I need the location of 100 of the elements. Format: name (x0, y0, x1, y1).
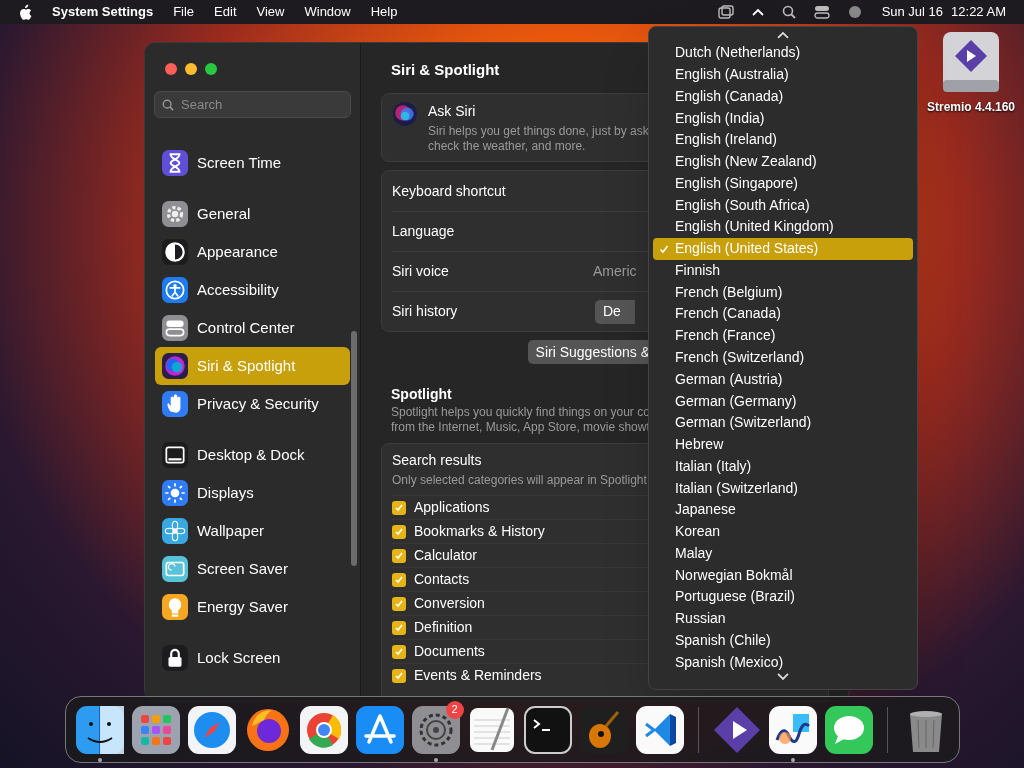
search-icon[interactable] (781, 5, 796, 19)
checkmark-icon (394, 574, 404, 585)
setting-label: Language (392, 222, 456, 241)
setting-title: Search results (392, 451, 482, 470)
sidebar-item[interactable]: Displays (155, 474, 350, 512)
checkbox-label[interactable]: Documents (414, 641, 485, 662)
language-option[interactable]: Malay (653, 542, 913, 565)
checkbox-label[interactable]: Calculator (414, 545, 478, 566)
windows-icon[interactable] (717, 5, 734, 19)
checkbox[interactable] (392, 572, 406, 587)
checkbox-label[interactable]: Applications (414, 497, 490, 518)
section-title: Spotlight (391, 385, 452, 404)
app-menu[interactable]: System Settings (52, 2, 154, 22)
checkbox-label[interactable]: Conversion (414, 593, 485, 614)
language-option[interactable]: Spanish (Chile) (653, 629, 913, 652)
sidebar-item[interactable]: Desktop & Dock (155, 436, 350, 474)
sidebar-item[interactable]: Control Center (155, 309, 350, 347)
checkbox-label[interactable]: Events & Reminders (414, 665, 542, 686)
delete-history-button[interactable]: De (595, 299, 635, 324)
terminal-icon[interactable] (523, 705, 572, 754)
language-option[interactable]: English (South Africa) (653, 194, 913, 217)
language-option[interactable]: German (Austria) (653, 368, 913, 391)
grid-icon[interactable] (131, 705, 180, 754)
language-option[interactable]: English (Canada) (653, 85, 913, 108)
notepad-pen-icon[interactable] (467, 705, 516, 754)
ring-icon[interactable] (299, 705, 348, 754)
scrollbar[interactable] (351, 331, 357, 566)
language-option[interactable]: French (Switzerland) (653, 346, 913, 369)
language-option[interactable]: English (New Zealand) (653, 150, 913, 173)
language-option[interactable]: English (Singapore) (653, 172, 913, 195)
language-option[interactable]: Portuguese (Brazil) (653, 586, 913, 608)
menu-item[interactable]: Edit (214, 2, 237, 22)
language-option[interactable]: German (Switzerland) (653, 411, 913, 434)
language-option[interactable]: Finnish (653, 259, 913, 282)
language-option[interactable]: Italian (Switzerland) (653, 477, 913, 499)
sidebar-item[interactable]: Screen Saver (155, 550, 350, 588)
sidebar-item[interactable]: General (155, 195, 350, 233)
language-option[interactable]: English (Australia) (653, 63, 913, 86)
chevron-down-icon[interactable] (777, 673, 789, 682)
sidebar-item[interactable]: Screen Time (155, 144, 350, 182)
checkbox[interactable] (392, 524, 406, 539)
sidebar-item[interactable]: Privacy & Security (155, 385, 350, 423)
menu-item[interactable]: File (173, 2, 195, 22)
language-option[interactable]: English (Ireland) (653, 129, 913, 151)
compass-icon[interactable] (187, 705, 236, 754)
language-option[interactable]: Japanese (653, 499, 913, 521)
menu-item[interactable]: View (256, 2, 285, 22)
checkmark-icon (394, 502, 404, 513)
language-option[interactable]: French (Canada) (653, 303, 913, 325)
checkbox[interactable] (392, 668, 406, 683)
search-field[interactable]: Search (154, 91, 351, 118)
checkbox-label[interactable]: Contacts (414, 569, 470, 590)
notification-badge: 2 (445, 700, 464, 719)
menu-bar-time[interactable]: 12:22 AM (951, 2, 1006, 22)
speech-bubble-icon[interactable] (824, 705, 873, 754)
language-option[interactable]: French (Belgium) (653, 281, 913, 304)
sidebar-item[interactable]: Energy Saver (155, 588, 350, 626)
checkbox[interactable] (392, 644, 406, 659)
zoom-button[interactable] (205, 63, 217, 75)
sidebar-item[interactable]: Accessibility (155, 271, 350, 309)
sidebar-item[interactable]: Lock Screen (155, 639, 350, 677)
language-option[interactable]: French (France) (653, 324, 913, 347)
language-option[interactable]: Korean (653, 520, 913, 543)
sidebar-item[interactable]: Appearance (155, 233, 350, 271)
minimize-button[interactable] (185, 63, 197, 75)
siri-icon[interactable] (847, 5, 862, 19)
language-option[interactable]: Hebrew (653, 433, 913, 456)
gear-icon[interactable] (411, 705, 460, 754)
orb-icon (392, 101, 418, 127)
search-icon (162, 99, 174, 111)
smiling-face-icon[interactable] (75, 705, 124, 754)
language-option[interactable]: English (India) (653, 107, 913, 129)
language-option[interactable]: Russian (653, 607, 913, 630)
checkbox[interactable] (392, 500, 406, 515)
language-option[interactable]: Dutch (Netherlands) (653, 41, 913, 64)
language-option[interactable]: Italian (Italy) (653, 455, 913, 478)
scribble-icon[interactable] (768, 705, 817, 754)
menu-item[interactable]: Help (370, 2, 398, 22)
chevron-up-icon[interactable] (777, 31, 789, 39)
checkmark-icon (659, 243, 669, 254)
code-icon[interactable] (635, 705, 684, 754)
close-button[interactable] (165, 63, 177, 75)
checkbox-label[interactable]: Bookmarks & History (414, 521, 545, 542)
language-option[interactable]: English (United Kingdom) (653, 216, 913, 238)
menu-bar-date[interactable]: Sun Jul 16 (881, 2, 944, 22)
checkbox[interactable] (392, 548, 406, 563)
sidebar-item[interactable]: Wallpaper (155, 512, 350, 550)
setting-description: Siri helps you get things done, just by ask check the weather, and more. (428, 124, 649, 154)
language-option[interactable]: Norwegian Bokmål (653, 564, 913, 587)
language-option[interactable]: Spanish (Mexico) (653, 651, 913, 674)
control-center-icon[interactable] (813, 5, 830, 19)
letter-a-icon[interactable] (355, 705, 404, 754)
checkbox[interactable] (392, 596, 406, 611)
play-diamond-icon[interactable] (712, 705, 761, 754)
checkbox-label[interactable]: Definition (414, 617, 473, 638)
apple-logo-icon[interactable] (18, 3, 32, 21)
checkbox[interactable] (392, 620, 406, 635)
drive-label[interactable]: Stremio 4.4.160 (926, 98, 1016, 116)
menu-item[interactable]: Window (304, 2, 351, 22)
language-option[interactable]: German (Germany) (653, 390, 913, 412)
